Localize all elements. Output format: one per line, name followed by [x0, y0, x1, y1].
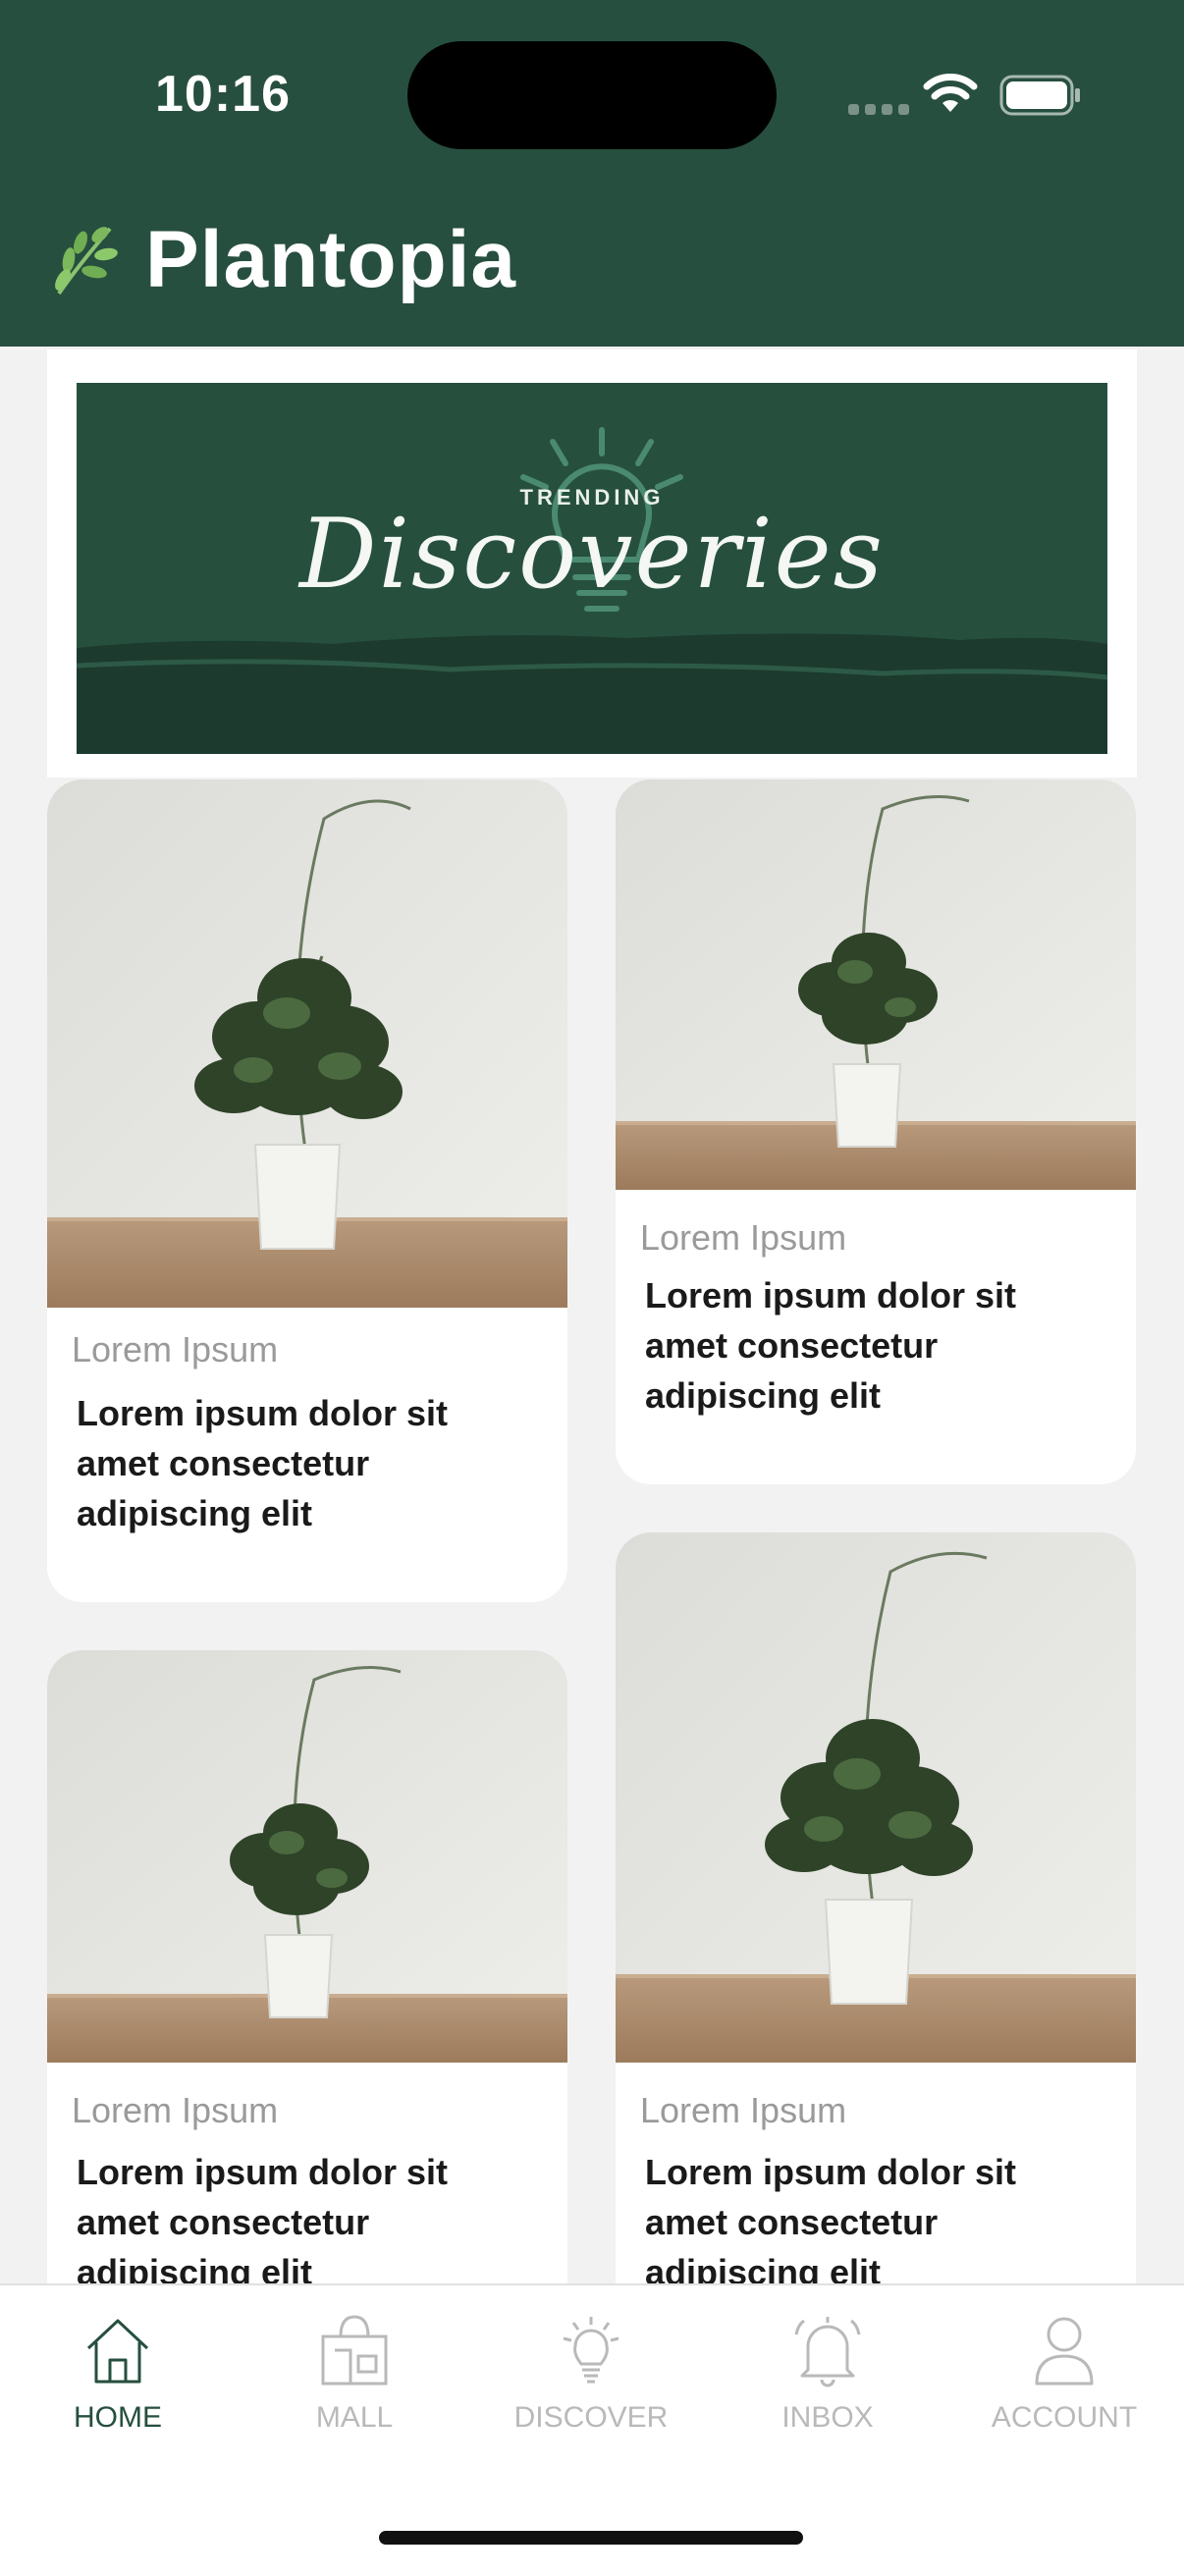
tab-label: HOME — [74, 2401, 162, 2434]
battery-icon — [999, 75, 1080, 116]
card-subtitle: Lorem Ipsum — [72, 1329, 279, 1369]
lightbulb-icon — [563, 2317, 619, 2384]
card[interactable]: Lorem Ipsum Lorem ipsum dolor sit amet c… — [47, 779, 567, 1602]
card-subtitle: Lorem Ipsum — [72, 2090, 279, 2130]
app-title: Plantopia — [145, 215, 517, 304]
tab-inbox[interactable]: INBOX — [729, 2311, 926, 2435]
card-subtitle: Lorem Ipsum — [640, 2090, 847, 2130]
tab-label: INBOX — [781, 2401, 874, 2434]
store-icon — [321, 2315, 388, 2386]
banner-graphic: TRENDING Discoveries — [77, 383, 1107, 754]
plant-photo — [616, 1532, 1136, 2063]
card-title: Lorem ipsum dolor sit amet consectetur a… — [645, 1275, 1017, 1416]
app-header: 10:16 Plantopia — [0, 0, 1184, 347]
app-title-bar: Plantopia — [49, 206, 516, 314]
leaf-icon — [55, 227, 118, 295]
cellular-signal-icon — [848, 102, 915, 120]
home-indicator[interactable] — [379, 2531, 803, 2545]
tab-account[interactable]: ACCOUNT — [966, 2311, 1162, 2435]
card-subtitle: Lorem Ipsum — [640, 1217, 847, 1258]
banner-heading: Discoveries — [299, 499, 885, 611]
status-time: 10:16 — [155, 66, 291, 123]
card[interactable]: Lorem Ipsum Lorem ipsum dolor sit amet c… — [616, 779, 1136, 1484]
person-icon — [1035, 2317, 1094, 2386]
tab-label: ACCOUNT — [991, 2401, 1138, 2434]
home-icon — [86, 2319, 149, 2384]
tab-home[interactable]: HOME — [20, 2311, 216, 2435]
wifi-icon — [923, 74, 978, 112]
plant-photo — [47, 1650, 567, 2063]
tab-mall[interactable]: MALL — [256, 2311, 453, 2435]
plant-photo — [47, 779, 567, 1308]
tab-label: DISCOVER — [513, 2401, 669, 2434]
tab-label: MALL — [315, 2401, 394, 2434]
bell-icon — [794, 2317, 861, 2388]
card-title: Lorem ipsum dolor sit amet consectetur a… — [645, 2152, 1017, 2292]
card-title: Lorem ipsum dolor sit amet consectetur a… — [77, 1393, 449, 1533]
dynamic-island — [407, 41, 777, 149]
card-title: Lorem ipsum dolor sit amet consectetur a… — [77, 2152, 449, 2292]
trending-banner[interactable]: TRENDING Discoveries — [47, 349, 1137, 778]
plant-photo — [616, 779, 1136, 1190]
tab-discover[interactable]: DISCOVER — [493, 2311, 689, 2435]
